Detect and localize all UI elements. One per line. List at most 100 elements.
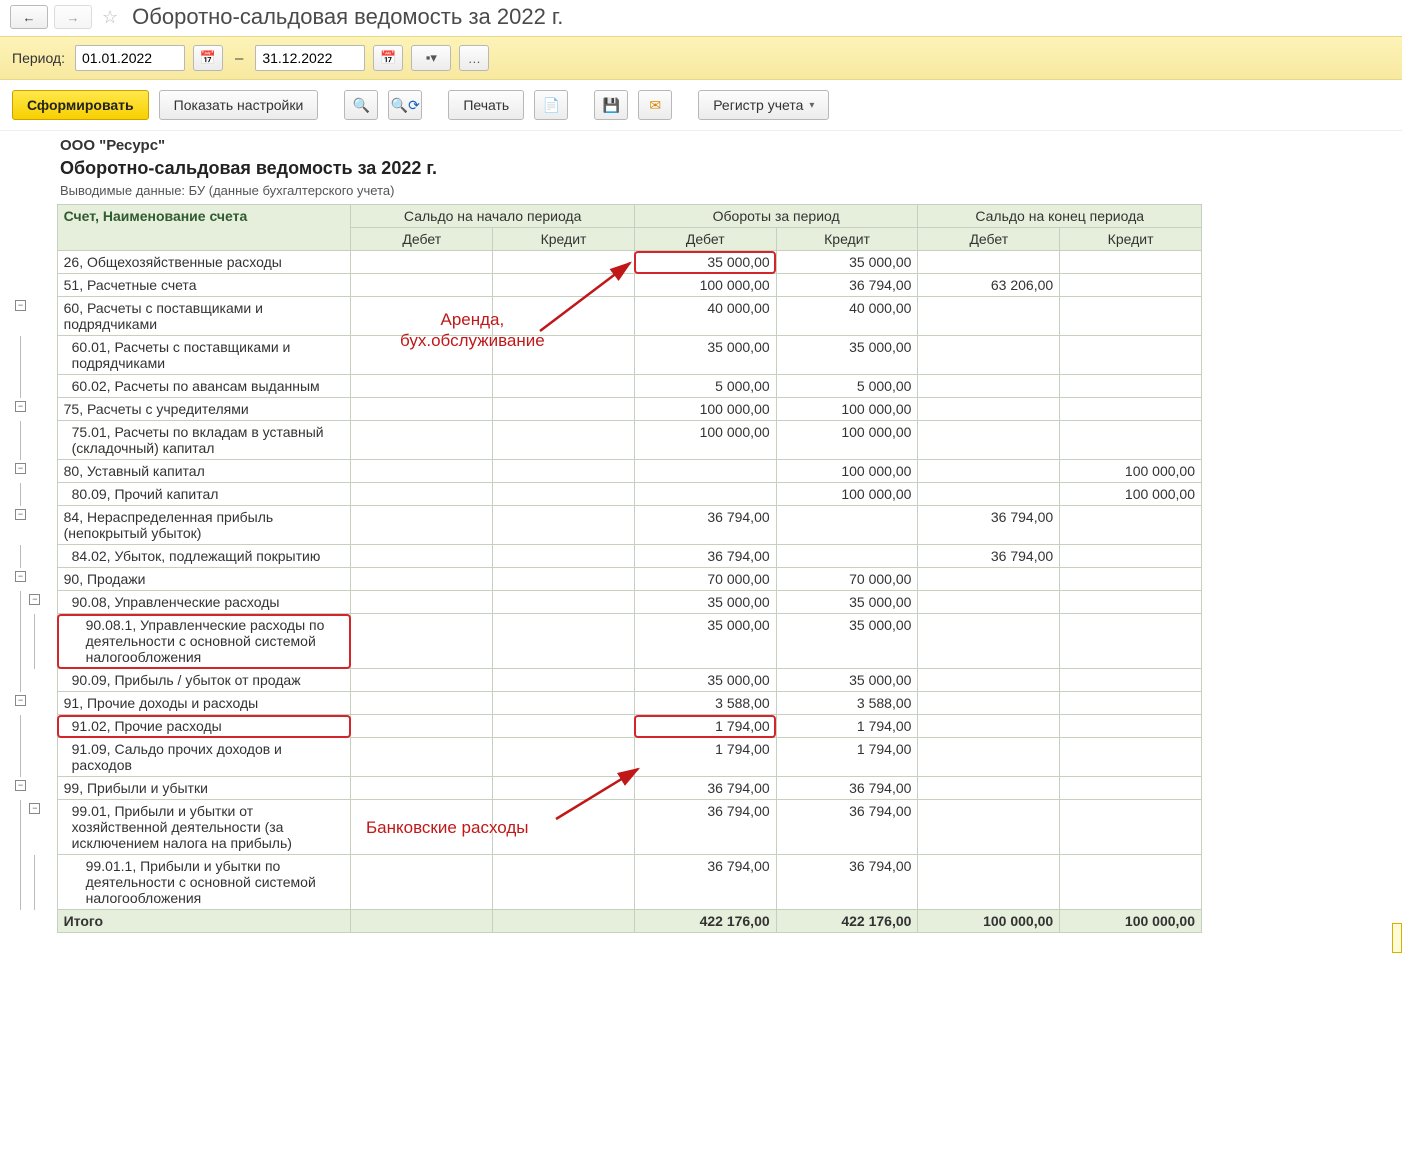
tree-collapse-icon[interactable]: − bbox=[15, 695, 26, 706]
cell-turn-debit bbox=[634, 460, 776, 483]
cell-open-debit bbox=[351, 421, 493, 460]
account-name-cell: 91.09, Сальдо прочих доходов и расходов bbox=[57, 738, 351, 777]
cell-turn-debit: 36 794,00 bbox=[634, 777, 776, 800]
cell-turn-debit: 5 000,00 bbox=[634, 375, 776, 398]
col-open-credit: Кредит bbox=[493, 228, 635, 251]
col-turn: Обороты за период bbox=[634, 205, 918, 228]
print-button[interactable]: Печать bbox=[448, 90, 524, 120]
table-row[interactable]: 90.09, Прибыль / убыток от продаж 35 000,… bbox=[14, 669, 1202, 692]
print-preview-button[interactable]: 📄 bbox=[534, 90, 568, 120]
tree-collapse-icon[interactable]: − bbox=[15, 509, 26, 520]
table-row[interactable]: 60.02, Расчеты по авансам выданным5 000,… bbox=[14, 375, 1202, 398]
nav-back-button[interactable]: ← bbox=[10, 5, 48, 29]
table-row[interactable]: 99.01.1, Прибыли и убытки по деятельност… bbox=[14, 855, 1202, 910]
col-close: Сальдо на конец периода bbox=[918, 205, 1202, 228]
cell-turn-credit: 35 000,00 bbox=[776, 591, 918, 614]
cell-turn-credit: 3 588,00 bbox=[776, 692, 918, 715]
period-more-button[interactable]: … bbox=[459, 45, 489, 71]
table-row[interactable]: 60.01, Расчеты с поставщиками и подрядчи… bbox=[14, 336, 1202, 375]
total-open-debit bbox=[351, 910, 493, 933]
cell-open-credit bbox=[493, 375, 635, 398]
find-next-button[interactable]: 🔍⟳ bbox=[388, 90, 422, 120]
cell-close-debit bbox=[918, 777, 1060, 800]
right-edge-strip bbox=[1392, 923, 1402, 953]
cell-open-debit bbox=[351, 614, 493, 669]
period-to-calendar-button[interactable]: 📅 bbox=[373, 45, 403, 71]
favorite-star-icon[interactable]: ☆ bbox=[98, 7, 122, 28]
find-button[interactable]: 🔍 bbox=[344, 90, 378, 120]
table-row[interactable]: 90.08.1, Управленческие расходы по деяте… bbox=[14, 614, 1202, 669]
cell-open-credit bbox=[493, 614, 635, 669]
cell-turn-debit: 100 000,00 bbox=[634, 398, 776, 421]
cell-turn-debit: 70 000,00 bbox=[634, 568, 776, 591]
register-dropdown[interactable]: Регистр учета▾ bbox=[698, 90, 829, 120]
cell-close-debit: 36 794,00 bbox=[918, 545, 1060, 568]
table-row[interactable]: 91.02, Прочие расходы1 794,001 794,00 bbox=[14, 715, 1202, 738]
cell-turn-debit: 1 794,00 bbox=[634, 738, 776, 777]
cell-close-debit bbox=[918, 421, 1060, 460]
cell-close-credit bbox=[1060, 800, 1202, 855]
cell-turn-debit: 36 794,00 bbox=[634, 545, 776, 568]
cell-open-credit bbox=[493, 251, 635, 274]
nav-forward-button[interactable]: → bbox=[54, 5, 92, 29]
account-name-cell: 75.01, Расчеты по вкладам в уставный (ск… bbox=[57, 421, 351, 460]
table-row[interactable]: 51, Расчетные счета100 000,0036 794,0063… bbox=[14, 274, 1202, 297]
cell-close-debit bbox=[918, 375, 1060, 398]
tree-collapse-icon[interactable]: − bbox=[15, 300, 26, 311]
cell-open-credit bbox=[493, 506, 635, 545]
tree-collapse-icon[interactable]: − bbox=[29, 594, 40, 605]
show-settings-button[interactable]: Показать настройки bbox=[159, 90, 319, 120]
tree-collapse-icon[interactable]: − bbox=[15, 463, 26, 474]
table-row[interactable]: 80.09, Прочий капитал100 000,00100 000,0… bbox=[14, 483, 1202, 506]
table-row[interactable]: −99.01, Прибыли и убытки от хозяйственно… bbox=[14, 800, 1202, 855]
cell-open-credit bbox=[493, 297, 635, 336]
table-row[interactable]: −99, Прибыли и убытки36 794,0036 794,00 bbox=[14, 777, 1202, 800]
cell-close-credit: 100 000,00 bbox=[1060, 460, 1202, 483]
table-row[interactable]: 75.01, Расчеты по вкладам в уставный (ск… bbox=[14, 421, 1202, 460]
generate-button[interactable]: Сформировать bbox=[12, 90, 149, 120]
col-open: Сальдо на начало периода bbox=[351, 205, 635, 228]
account-name-cell: 80.09, Прочий капитал bbox=[57, 483, 351, 506]
tree-collapse-icon[interactable]: − bbox=[15, 780, 26, 791]
save-button[interactable]: 💾 bbox=[594, 90, 628, 120]
table-row[interactable]: −75, Расчеты с учредителями100 000,00100… bbox=[14, 398, 1202, 421]
tree-collapse-icon[interactable]: − bbox=[29, 803, 40, 814]
cell-close-debit bbox=[918, 692, 1060, 715]
total-open-credit bbox=[493, 910, 635, 933]
cell-close-credit bbox=[1060, 614, 1202, 669]
table-row[interactable]: −60, Расчеты с поставщиками и подрядчика… bbox=[14, 297, 1202, 336]
table-row[interactable]: −80, Уставный капитал100 000,00100 000,0… bbox=[14, 460, 1202, 483]
cell-close-debit bbox=[918, 715, 1060, 738]
cell-open-debit bbox=[351, 336, 493, 375]
cell-open-debit bbox=[351, 568, 493, 591]
table-row[interactable]: −90, Продажи70 000,0070 000,00 bbox=[14, 568, 1202, 591]
cell-turn-credit: 36 794,00 bbox=[776, 800, 918, 855]
table-row[interactable]: −91, Прочие доходы и расходы3 588,003 58… bbox=[14, 692, 1202, 715]
total-label: Итого bbox=[57, 910, 351, 933]
cell-close-debit bbox=[918, 483, 1060, 506]
table-row[interactable]: 26, Общехозяйственные расходы35 000,0035… bbox=[14, 251, 1202, 274]
cell-open-debit bbox=[351, 375, 493, 398]
cell-open-debit bbox=[351, 591, 493, 614]
table-row[interactable]: 91.09, Сальдо прочих доходов и расходов 1… bbox=[14, 738, 1202, 777]
email-button[interactable]: ✉ bbox=[638, 90, 672, 120]
period-from-input[interactable] bbox=[75, 45, 185, 71]
period-to-input[interactable] bbox=[255, 45, 365, 71]
account-name-cell: 90.08, Управленческие расходы bbox=[57, 591, 351, 614]
cell-close-debit bbox=[918, 297, 1060, 336]
tree-collapse-icon[interactable]: − bbox=[15, 401, 26, 412]
tree-collapse-icon[interactable]: − bbox=[15, 571, 26, 582]
account-name-cell: 90.09, Прибыль / убыток от продаж bbox=[57, 669, 351, 692]
cell-turn-debit: 35 000,00 bbox=[634, 669, 776, 692]
table-row[interactable]: 84.02, Убыток, подлежащий покрытию36 794… bbox=[14, 545, 1202, 568]
arrow-left-icon: ← bbox=[23, 10, 36, 25]
ellipsis-icon: … bbox=[468, 51, 481, 66]
table-row[interactable]: −84, Нераспределенная прибыль (непокрыты… bbox=[14, 506, 1202, 545]
cell-close-credit bbox=[1060, 506, 1202, 545]
cell-turn-debit: 36 794,00 bbox=[634, 800, 776, 855]
period-preset-button[interactable]: ▪▾ bbox=[411, 45, 451, 71]
period-from-calendar-button[interactable]: 📅 bbox=[193, 45, 223, 71]
cell-close-credit bbox=[1060, 568, 1202, 591]
table-row[interactable]: −90.08, Управленческие расходы35 000,003… bbox=[14, 591, 1202, 614]
cell-turn-credit bbox=[776, 545, 918, 568]
